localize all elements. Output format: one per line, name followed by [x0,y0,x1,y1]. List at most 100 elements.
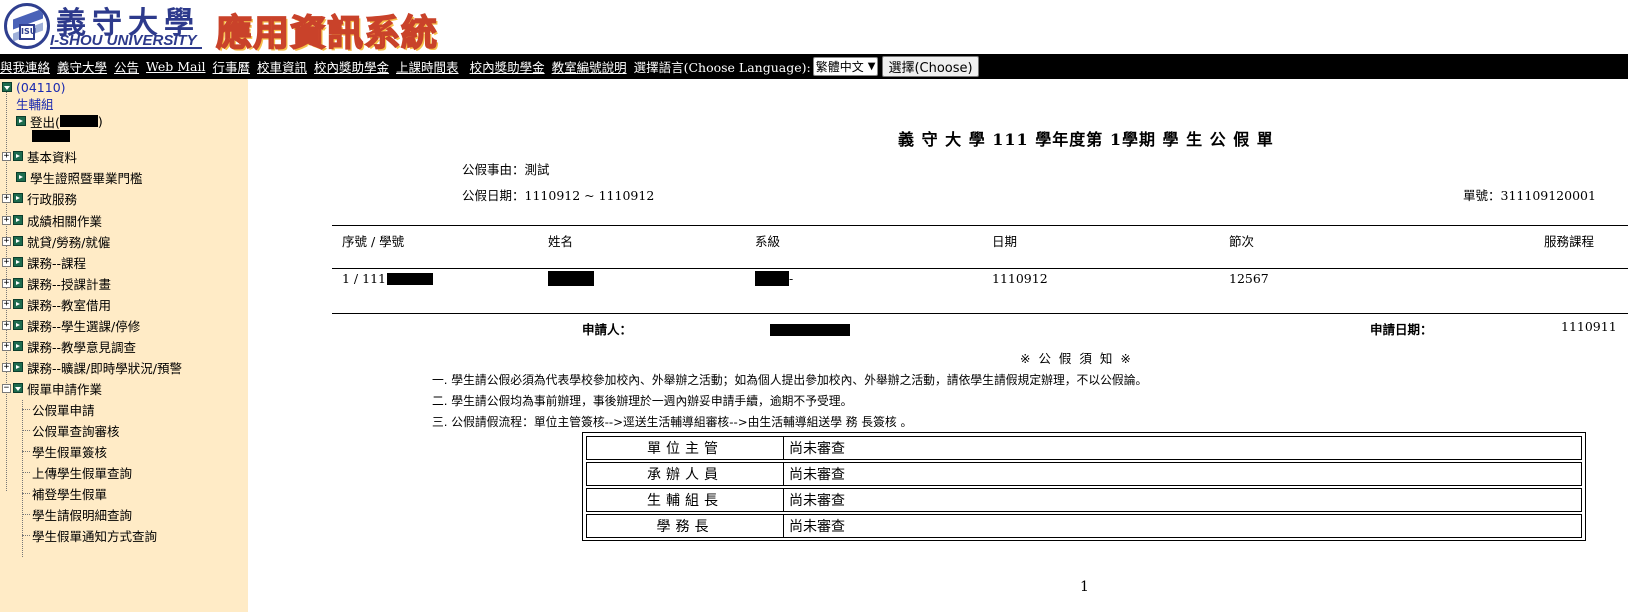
nav-link-scholarship-2[interactable]: 校內獎助學金 [470,57,545,76]
row-class-suffix: - [789,271,794,286]
sidebar-item-certificates[interactable]: 學生證照暨畢業門檻 [16,167,143,187]
nav-link-classroom-codes[interactable]: 教室編號說明 [552,57,627,76]
sidebar-item-loans[interactable]: + 就貸/勞務/就僱 [2,231,110,251]
sub-item-notify-method-query[interactable]: 學生假單通知方式查詢 [32,525,157,545]
page-number: 1 [1080,579,1089,595]
expand-plus-icon[interactable]: + [2,236,11,246]
redacted-class [755,271,789,286]
sidebar-item-label: 課務--曠課/即時學狀況/預警 [27,360,182,376]
sidebar-tree: (04110) 生輔組 登出( ) + 基本資料 學生證照暨畢業門檻 + 行政服… [0,79,248,612]
sidebar-item-course-selection[interactable]: + 課務--學生選課/停修 [2,315,140,335]
sidebar-item-classroom-booking[interactable]: + 課務--教室借用 [2,294,111,314]
sidebar-item-label: 課務--教學意見調查 [27,339,137,355]
sidebar-item-label: 課務--授課計畫 [27,276,112,292]
language-select[interactable]: 繁體中文 ▼ [812,57,879,76]
sidebar-item-leave-application[interactable]: − 假單申請作業 [2,378,102,398]
reason-label: 公假事由： [462,162,525,177]
expand-plus-icon[interactable]: + [2,151,11,161]
expand-plus-icon[interactable]: + [2,362,11,372]
folder-icon [13,278,23,288]
expand-plus-icon[interactable]: + [2,299,11,309]
sidebar-item-absence-warning[interactable]: + 課務--曠課/即時學狀況/預警 [2,357,182,377]
folder-icon [16,172,26,182]
approval-role: 單位主管 [587,437,784,459]
sub-item-backfill-leave[interactable]: 補登學生假單 [32,483,107,503]
date-value: 1110912 ~ 1110912 [524,188,655,203]
sidebar-item-label: 假單申請作業 [27,381,103,397]
approval-row: 承辦人員 尚未審查 [586,462,1582,486]
table-row: 1 / 111 [342,271,433,286]
notice-item-2: 二. 學生請公假均為事前辦理，事後辦理於一週內辦妥申請手續，逾期不予受理。 [432,394,853,408]
system-title: 應用資訊系統 [215,12,439,55]
folder-icon [13,193,23,203]
sub-item-label: 上傳學生假單查詢 [32,465,133,481]
apply-date-label: 申請日期： [1370,322,1433,337]
sidebar-item-label: 學生證照暨畢業門檻 [30,170,143,186]
approval-role: 學務長 [587,515,784,537]
form-number-label: 單號： [1463,188,1501,203]
approval-row: 單位主管 尚未審查 [586,436,1582,460]
logout-suffix: ) [97,113,103,129]
apply-date-value: 1110911 [1561,319,1617,334]
top-nav-bar: 與我連絡 義守大學 公告 Web Mail 行事曆 校車資訊 校內獎助學金 上課… [0,54,1628,79]
form-number-value: 311109120001 [1500,188,1596,203]
row-seq-student-id: 1 / 111 [342,271,386,286]
root-group: 生輔組 [16,93,54,113]
choose-language-button[interactable]: 選擇(Choose) [882,56,979,77]
notice-title: ※ 公 假 須 知 ※ [1020,351,1133,366]
tree-branch-line [22,493,30,494]
sidebar-item-label: 課務--學生選課/停修 [27,318,141,334]
sidebar-item-courses[interactable]: + 課務--課程 [2,252,86,272]
nav-link-calendar[interactable]: 行事曆 [213,57,251,76]
nav-link-webmail[interactable]: Web Mail [146,59,205,74]
sidebar-item-basic-info[interactable]: + 基本資料 [2,146,77,166]
table-bottom-rule [332,313,1628,314]
sub-item-label: 補登學生假單 [32,486,108,502]
sub-item-leave-detail-query[interactable]: 學生請假明細查詢 [32,504,132,524]
nav-link-shuttle[interactable]: 校車資訊 [257,57,307,76]
expand-plus-icon[interactable]: + [2,320,11,330]
collapse-minus-icon[interactable]: − [2,383,11,393]
expand-plus-icon[interactable]: + [2,341,11,351]
sidebar-item-teaching-survey[interactable]: + 課務--教學意見調查 [2,336,136,356]
folder-open-icon [2,82,12,92]
nav-link-announcements[interactable]: 公告 [114,57,139,76]
sidebar-item-label: 課務--教室借用 [27,297,112,313]
folder-icon [13,257,23,267]
expand-plus-icon[interactable]: + [2,193,11,203]
nav-link-isu[interactable]: 義守大學 [57,57,107,76]
sub-item-leave-signoff[interactable]: 學生假單簽核 [32,441,107,461]
sub-item-label: 學生假單簽核 [32,444,108,460]
folder-icon [13,151,23,161]
sub-item-official-leave-review[interactable]: 公假單查詢審核 [32,420,120,440]
university-logo-icon[interactable]: ISU [4,3,50,49]
sidebar-item-grades[interactable]: + 成績相關作業 [2,210,102,230]
approval-row: 生輔組長 尚未審查 [586,488,1582,512]
folder-icon [13,236,23,246]
folder-icon [13,320,23,330]
tree-guide-line [22,400,23,557]
nav-link-class-schedule[interactable]: 上課時間表 [396,57,459,76]
sub-item-upload-leave-query[interactable]: 上傳學生假單查詢 [32,462,132,482]
expand-plus-icon[interactable]: + [2,215,11,225]
expand-plus-icon[interactable]: + [2,257,11,267]
table-top-rule [332,225,1628,226]
sub-item-label: 公假單申請 [32,402,95,418]
sub-item-label: 公假單查詢審核 [32,423,120,439]
sidebar-item-admin-services[interactable]: + 行政服務 [2,188,77,208]
nav-link-contact[interactable]: 與我連絡 [0,57,50,76]
applicant-label: 申請人： [582,322,633,337]
sub-item-official-leave-apply[interactable]: 公假單申請 [32,399,95,419]
sub-item-label: 學生請假明細查詢 [32,507,133,523]
col-header-date: 日期 [992,234,1018,249]
expand-plus-icon[interactable]: + [2,278,11,288]
chevron-down-icon: ▼ [867,61,876,72]
approval-role: 生輔組長 [587,489,784,511]
col-header-seq: 序號 / 學號 [342,234,405,249]
folder-icon [13,362,23,372]
language-label: 選擇語言(Choose Language): [633,60,811,75]
table-header-rule [332,268,1628,269]
approval-status: 尚未審查 [789,467,845,483]
nav-link-scholarship[interactable]: 校內獎助學金 [314,57,389,76]
sidebar-item-syllabus[interactable]: + 課務--授課計畫 [2,273,111,293]
